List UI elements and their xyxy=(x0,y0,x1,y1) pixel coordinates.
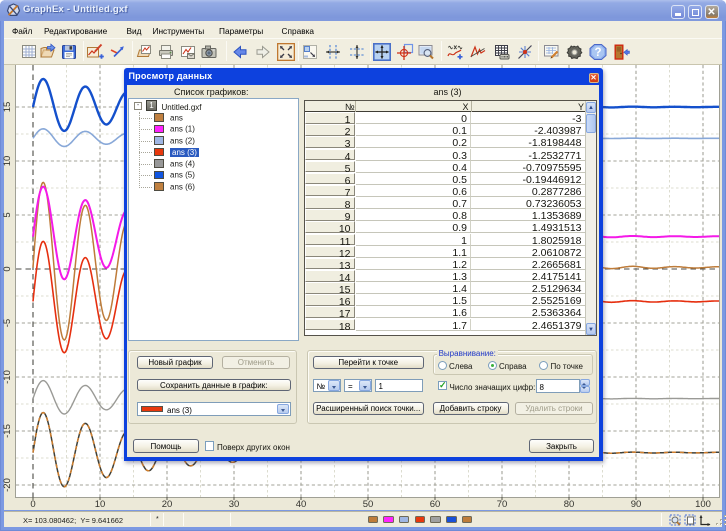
svg-text:80: 80 xyxy=(564,499,575,510)
svg-text:60: 60 xyxy=(430,499,441,510)
svg-text:-5: -5 xyxy=(2,319,13,327)
svg-text:50: 50 xyxy=(363,499,374,510)
svg-text:100: 100 xyxy=(695,499,711,510)
svg-text:90: 90 xyxy=(631,499,642,510)
svg-text:0: 0 xyxy=(2,266,13,271)
svg-text:-20: -20 xyxy=(2,478,13,492)
svg-text:0: 0 xyxy=(30,499,35,510)
svg-text:?: ? xyxy=(594,47,601,59)
svg-text:10: 10 xyxy=(95,499,106,510)
svg-text:20: 20 xyxy=(162,499,173,510)
svg-text:5: 5 xyxy=(2,212,13,217)
svg-text:-10: -10 xyxy=(2,370,13,384)
svg-text:70: 70 xyxy=(497,499,508,510)
svg-text:-15: -15 xyxy=(2,424,13,438)
svg-text:30: 30 xyxy=(229,499,240,510)
svg-text:40: 40 xyxy=(296,499,307,510)
svg-text:15: 15 xyxy=(2,102,13,113)
svg-text:10: 10 xyxy=(2,156,13,167)
